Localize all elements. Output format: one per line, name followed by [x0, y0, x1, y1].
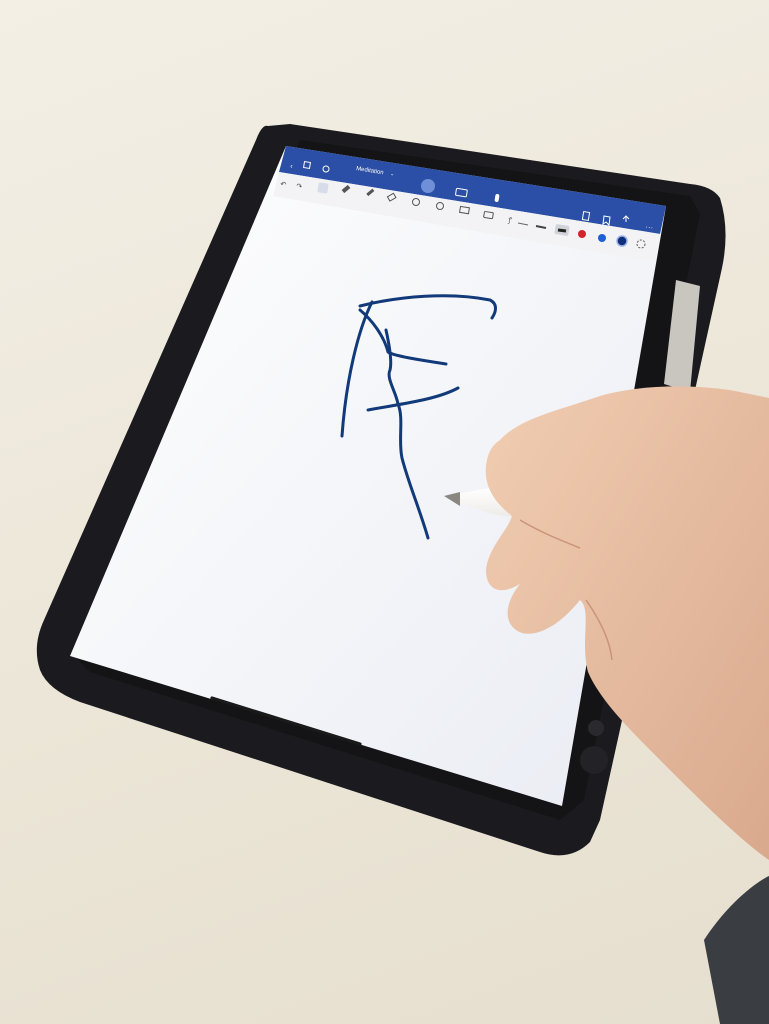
- case-button: [580, 746, 608, 774]
- draw-mode-icon[interactable]: [421, 179, 435, 193]
- case-button-small: [588, 720, 604, 736]
- ink-color-navy[interactable]: [616, 235, 628, 247]
- ink-color-red[interactable]: [578, 230, 586, 238]
- undo-icon[interactable]: ↶: [280, 181, 287, 189]
- redo-icon[interactable]: ↷: [296, 183, 303, 191]
- more-icon[interactable]: ···: [645, 222, 654, 232]
- pen-icon[interactable]: [317, 182, 329, 194]
- sleeve: [704, 876, 769, 1024]
- ink-color-blue[interactable]: [598, 234, 606, 242]
- photo-scene: ‹ Meditation ⌄ ↶ ↷ ꝭ ···: [36, 124, 769, 1024]
